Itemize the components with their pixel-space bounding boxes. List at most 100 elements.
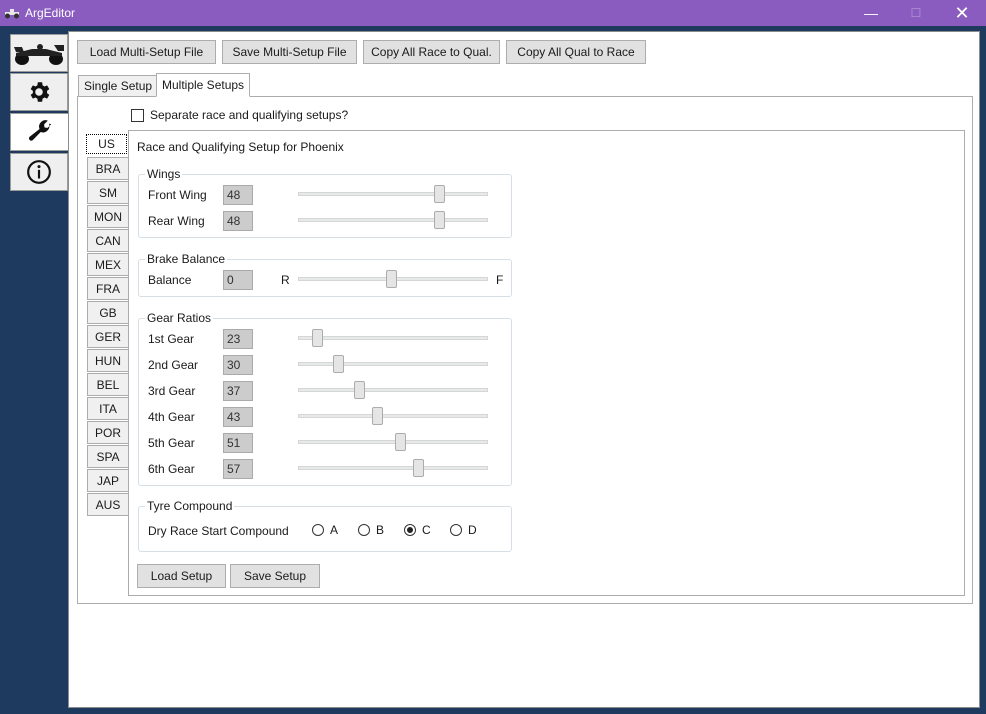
- title-bar: ArgEditor — ☐ ✕: [0, 0, 986, 26]
- slider-thumb[interactable]: [372, 407, 383, 425]
- tab-multiple-setups[interactable]: Multiple Setups: [156, 73, 251, 97]
- gear-2-label: 2nd Gear: [148, 358, 199, 372]
- track-tab-mon[interactable]: MON: [87, 205, 129, 228]
- track-tab-bra[interactable]: BRA: [87, 157, 129, 180]
- gear-2-slider[interactable]: [298, 354, 488, 374]
- car-app-icon: [5, 9, 19, 19]
- tyre-option-a[interactable]: A: [312, 523, 338, 537]
- rear-wing-label: Rear Wing: [148, 214, 205, 228]
- balance-rear-mark: R: [281, 273, 290, 287]
- slider-thumb[interactable]: [333, 355, 344, 373]
- radio-dot[interactable]: [404, 524, 416, 536]
- front-wing-slider[interactable]: [298, 184, 488, 204]
- load-multi-setup-button[interactable]: Load Multi-Setup File: [77, 40, 216, 64]
- save-multi-setup-button[interactable]: Save Multi-Setup File: [222, 40, 357, 64]
- main-panel: Load Multi-Setup File Save Multi-Setup F…: [68, 31, 980, 708]
- slider-thumb[interactable]: [354, 381, 365, 399]
- track-tab-spa[interactable]: SPA: [87, 445, 129, 468]
- gear-4-value[interactable]: 43: [223, 407, 253, 427]
- slider-thumb[interactable]: [386, 270, 397, 288]
- slider-thumb[interactable]: [395, 433, 406, 451]
- track-tab-mex[interactable]: MEX: [87, 253, 129, 276]
- radio-dot[interactable]: [358, 524, 370, 536]
- track-tab-ger[interactable]: GER: [87, 325, 129, 348]
- tyre-compound-group: Tyre Compound Dry Race Start Compound A B…: [138, 499, 512, 552]
- tyre-option-c[interactable]: C: [404, 523, 431, 537]
- gear-1-label: 1st Gear: [148, 332, 195, 346]
- gear-3-value[interactable]: 37: [223, 381, 253, 401]
- track-tab-us[interactable]: US: [86, 134, 127, 154]
- slider-track: [298, 336, 488, 340]
- minimize-button[interactable]: —: [848, 0, 894, 26]
- front-wing-value[interactable]: 48: [223, 185, 253, 205]
- gear-6-slider[interactable]: [298, 458, 488, 478]
- nav-car-button[interactable]: [10, 34, 68, 72]
- track-tab-hun[interactable]: HUN: [87, 349, 129, 372]
- radio-label: B: [376, 523, 385, 537]
- multiple-setups-panel: Separate race and qualifying setups? US B…: [77, 96, 973, 604]
- rear-wing-slider[interactable]: [298, 210, 488, 230]
- slider-thumb[interactable]: [434, 185, 445, 203]
- tyre-compound-legend: Tyre Compound: [145, 499, 235, 513]
- copy-qual-to-race-button[interactable]: Copy All Qual to Race: [506, 40, 646, 64]
- balance-slider[interactable]: [298, 269, 488, 289]
- track-tab-bel[interactable]: BEL: [87, 373, 129, 396]
- radio-label: C: [422, 523, 431, 537]
- copy-race-to-qual-button[interactable]: Copy All Race to Qual.: [363, 40, 500, 64]
- gear-ratios-legend: Gear Ratios: [145, 311, 214, 325]
- nav-info-button[interactable]: [10, 153, 68, 191]
- radio-dot[interactable]: [450, 524, 462, 536]
- front-wing-label: Front Wing: [148, 188, 207, 202]
- gear-icon: [30, 82, 50, 102]
- gear-6-value[interactable]: 57: [223, 459, 253, 479]
- slider-track: [298, 414, 488, 418]
- balance-label: Balance: [148, 273, 192, 287]
- tyre-option-d[interactable]: D: [450, 523, 477, 537]
- slider-thumb[interactable]: [434, 211, 445, 229]
- checkbox-box[interactable]: [131, 108, 144, 122]
- gear-4-slider[interactable]: [298, 406, 488, 426]
- track-tab-jap[interactable]: JAP: [87, 469, 129, 492]
- slider-thumb[interactable]: [312, 329, 323, 347]
- track-tab-fra[interactable]: FRA: [87, 277, 129, 300]
- tyre-option-b[interactable]: B: [358, 523, 384, 537]
- load-setup-button[interactable]: Load Setup: [137, 564, 226, 588]
- setup-heading: Race and Qualifying Setup for Phoenix: [137, 140, 344, 154]
- separate-setups-label: Separate race and qualifying setups?: [150, 108, 349, 122]
- track-tab-por[interactable]: POR: [87, 421, 129, 444]
- rear-wing-value[interactable]: 48: [223, 211, 253, 231]
- brake-balance-legend: Brake Balance: [145, 252, 228, 266]
- nav-settings-button[interactable]: [10, 73, 68, 111]
- slider-track: [298, 362, 488, 366]
- maximize-button[interactable]: ☐: [893, 0, 939, 26]
- gear-2-value[interactable]: 30: [223, 355, 253, 375]
- separate-setups-checkbox[interactable]: Separate race and qualifying setups?: [131, 108, 348, 122]
- radio-label: D: [468, 523, 477, 537]
- gear-4-label: 4th Gear: [148, 410, 195, 424]
- gear-5-label: 5th Gear: [148, 436, 195, 450]
- track-tab-ita[interactable]: ITA: [87, 397, 129, 420]
- save-setup-button[interactable]: Save Setup: [230, 564, 320, 588]
- tab-single-setup[interactable]: Single Setup: [78, 75, 159, 97]
- slider-thumb[interactable]: [413, 459, 424, 477]
- gear-1-slider[interactable]: [298, 328, 488, 348]
- gear-5-value[interactable]: 51: [223, 433, 253, 453]
- gear-3-slider[interactable]: [298, 380, 488, 400]
- close-button[interactable]: ✕: [939, 0, 985, 26]
- info-icon: [27, 160, 51, 184]
- gear-5-slider[interactable]: [298, 432, 488, 452]
- radio-label: A: [330, 523, 339, 537]
- track-tab-sm[interactable]: SM: [87, 181, 129, 204]
- nav-setup-button[interactable]: [10, 113, 68, 151]
- track-tab-can[interactable]: CAN: [87, 229, 129, 252]
- slider-track: [298, 466, 488, 470]
- balance-value[interactable]: 0: [223, 270, 253, 290]
- gear-ratios-group: Gear Ratios 1st Gear 23 2nd Gear 30 3rd Gear…: [138, 311, 512, 486]
- track-tab-aus[interactable]: AUS: [87, 493, 129, 516]
- slider-track: [298, 440, 488, 444]
- wings-group: Wings Front Wing 48 Rear Wing 48: [138, 167, 512, 238]
- radio-dot[interactable]: [312, 524, 324, 536]
- window-title: ArgEditor: [25, 6, 76, 20]
- gear-1-value[interactable]: 23: [223, 329, 253, 349]
- track-tab-gb[interactable]: GB: [87, 301, 129, 324]
